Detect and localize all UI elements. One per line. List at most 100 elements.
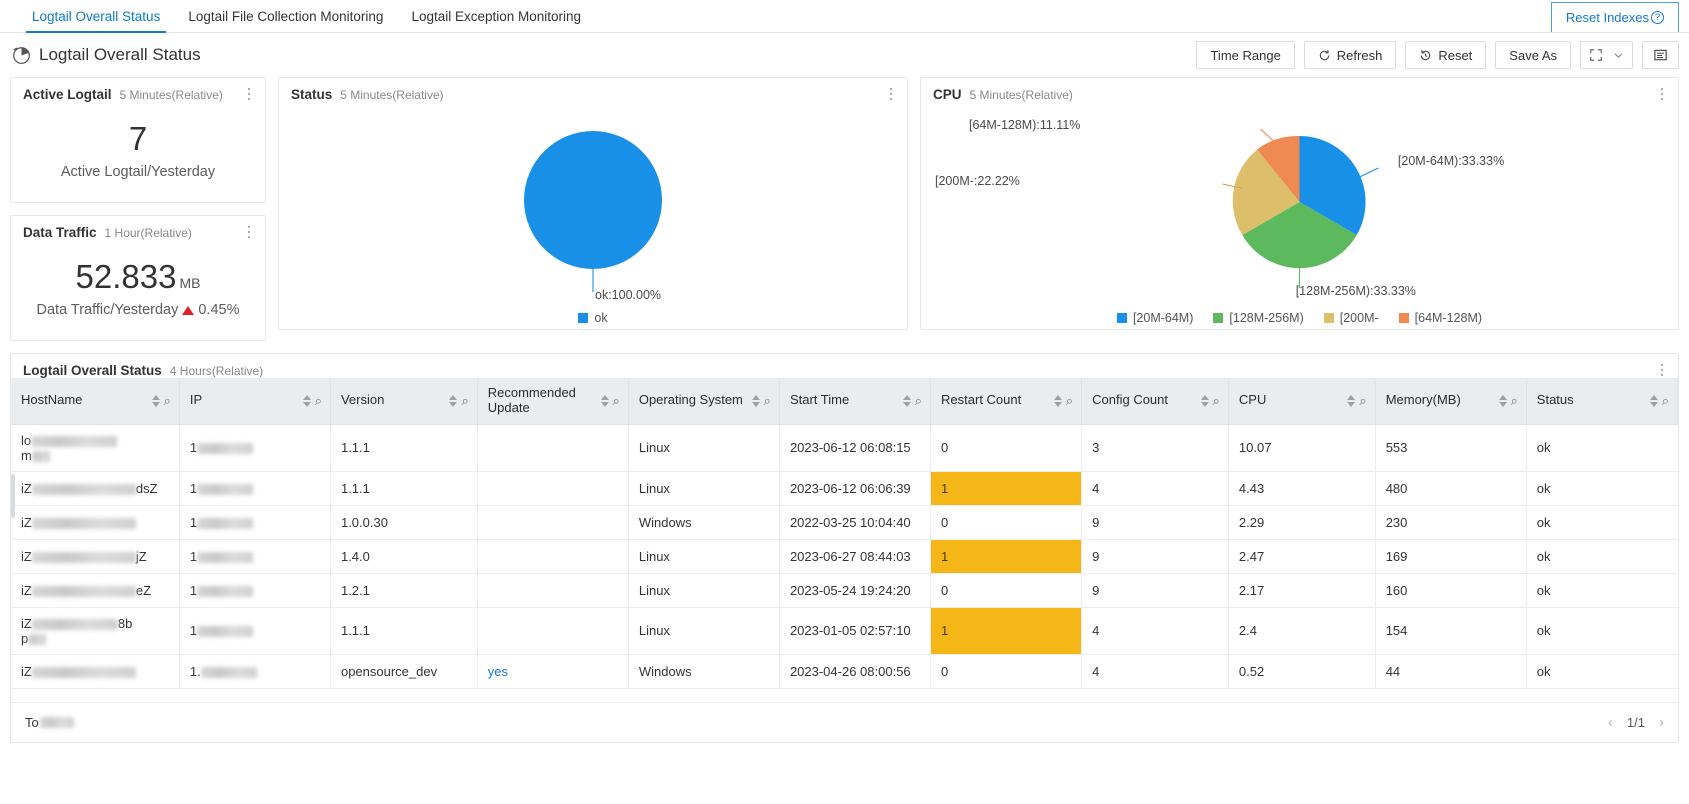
column-header-ip[interactable]: IP ⌕	[179, 378, 330, 424]
sort-icon[interactable]	[303, 395, 311, 407]
card-menu-button[interactable]	[1655, 362, 1669, 378]
cell-version: 1.1.1	[330, 607, 477, 654]
card-time-range: 5 Minutes(Relative)	[970, 88, 1073, 102]
redacted-text	[28, 634, 46, 645]
legend-item-ok[interactable]: ok	[578, 311, 607, 325]
legend-item-128m-256m[interactable]: [128M-256M)	[1213, 311, 1303, 325]
sort-icon[interactable]	[1347, 395, 1355, 407]
ip-text: 1	[190, 481, 197, 496]
hostname-line-2: p	[21, 631, 169, 646]
column-label: CPU	[1239, 393, 1344, 408]
table-row[interactable]: lom11.1.1Linux2023-06-12 06:08:150310.07…	[11, 424, 1678, 471]
sort-icon[interactable]	[1499, 395, 1507, 407]
table-row[interactable]: iZjZ11.4.0Linux2023-06-27 08:44:03192.47…	[11, 539, 1678, 573]
legend-item-64m-128m[interactable]: [64M-128M)	[1399, 311, 1482, 325]
sort-icon[interactable]	[1054, 395, 1062, 407]
sort-icon[interactable]	[752, 395, 760, 407]
column-header-hostname[interactable]: HostName ⌕	[11, 378, 179, 424]
reset-indexes-button[interactable]: Reset Indexes ?	[1551, 2, 1679, 32]
fullscreen-dropdown-button[interactable]	[1580, 41, 1633, 69]
card-menu-button[interactable]	[1655, 86, 1669, 102]
legend-label: [20M-64M)	[1133, 311, 1193, 325]
cell-cpu: 4.43	[1228, 471, 1375, 505]
save-as-button[interactable]: Save As	[1495, 41, 1571, 69]
cell-cpu: 10.07	[1228, 424, 1375, 471]
search-icon[interactable]: ⌕	[1359, 393, 1366, 409]
search-icon[interactable]: ⌕	[164, 393, 171, 409]
sort-icon[interactable]	[601, 395, 609, 407]
search-icon[interactable]: ⌕	[315, 393, 322, 409]
column-header-operating-system[interactable]: Operating System ⌕	[628, 378, 779, 424]
column-header-recommended-update[interactable]: Recommended Update ⌕	[477, 378, 628, 424]
data-traffic-delta: 0.45%	[198, 302, 239, 318]
cell-restart-count: 0	[931, 505, 1082, 539]
help-icon[interactable]: ?	[1651, 11, 1664, 24]
table-header-row: HostName ⌕ IP ⌕ Version ⌕	[11, 378, 1678, 424]
time-range-button[interactable]: Time Range	[1196, 41, 1294, 69]
pie-leader-line-20m-64m	[1360, 168, 1379, 177]
table-row[interactable]: iZdsZ11.1.1Linux2023-06-12 06:06:39144.4…	[11, 471, 1678, 505]
column-header-status[interactable]: Status ⌕	[1526, 378, 1677, 424]
card-menu-button[interactable]	[884, 86, 898, 102]
tab-logtail-exception-monitoring[interactable]: Logtail Exception Monitoring	[397, 0, 595, 32]
sort-icon[interactable]	[152, 395, 160, 407]
table-row[interactable]: iZ11.0.0.30Windows2022-03-25 10:04:40092…	[11, 505, 1678, 539]
tab-logtail-file-collection-monitoring[interactable]: Logtail File Collection Monitoring	[174, 0, 397, 32]
cell-restart-count: 1	[931, 539, 1082, 573]
card-title: CPU	[933, 87, 962, 102]
legend-item-20m-64m[interactable]: [20M-64M)	[1117, 311, 1193, 325]
card-menu-button[interactable]	[242, 86, 256, 102]
horizontal-scroll-handle[interactable]	[10, 474, 15, 518]
card-time-range: 1 Hour(Relative)	[105, 226, 192, 240]
table-row[interactable]: iZeZ11.2.1Linux2023-05-24 19:24:20092.17…	[11, 573, 1678, 607]
legend-swatch	[578, 313, 588, 323]
column-header-cpu[interactable]: CPU ⌕	[1228, 378, 1375, 424]
data-traffic-subtitle: Data Traffic/Yesterday 0.45%	[11, 302, 265, 318]
search-icon[interactable]: ⌕	[613, 393, 620, 409]
cell-start-time: 2023-06-12 06:06:39	[779, 471, 930, 505]
column-label: HostName	[21, 393, 148, 408]
cell-operating-system: Windows	[628, 654, 779, 688]
page-header: Logtail Overall Status Time Range Refres…	[0, 33, 1689, 77]
card-menu-button[interactable]	[242, 224, 256, 240]
column-header-config-count[interactable]: Config Count ⌕	[1082, 378, 1229, 424]
sort-icon[interactable]	[1201, 395, 1209, 407]
sort-icon[interactable]	[449, 395, 457, 407]
time-range-label: Time Range	[1210, 48, 1280, 63]
refresh-button[interactable]: Refresh	[1304, 41, 1397, 69]
search-icon[interactable]: ⌕	[1066, 393, 1073, 409]
search-icon[interactable]: ⌕	[1213, 393, 1220, 409]
table-row[interactable]: iZ8bp11.1.1Linux2023-01-05 02:57:10142.4…	[11, 607, 1678, 654]
column-header-start-time[interactable]: Start Time ⌕	[779, 378, 930, 424]
card-header: Status 5 Minutes(Relative)	[279, 78, 907, 102]
search-icon[interactable]: ⌕	[1511, 393, 1518, 409]
search-icon[interactable]: ⌕	[1662, 393, 1669, 409]
column-header-restart-count[interactable]: Restart Count ⌕	[931, 378, 1082, 424]
next-page-button[interactable]: ›	[1659, 715, 1664, 730]
cell-start-time: 2023-05-24 19:24:20	[779, 573, 930, 607]
comment-button[interactable]	[1642, 41, 1679, 69]
pie-slice-ok[interactable]	[524, 131, 662, 269]
search-icon[interactable]: ⌕	[461, 393, 468, 409]
redacted-text	[32, 451, 50, 462]
cell-memory: 553	[1375, 424, 1526, 471]
reset-button[interactable]: Reset	[1405, 41, 1486, 69]
legend-item-200m[interactable]: [200M-	[1324, 311, 1379, 325]
cell-operating-system: Linux	[628, 424, 779, 471]
cell-recommended-update	[477, 607, 628, 654]
tab-logtail-overall-status[interactable]: Logtail Overall Status	[18, 0, 174, 32]
cell-recommended-update	[477, 471, 628, 505]
recommended-update-link[interactable]: yes	[488, 664, 508, 679]
table-row[interactable]: iZ1.opensource_devyesWindows2023-04-26 0…	[11, 654, 1678, 688]
sort-icon[interactable]	[1650, 395, 1658, 407]
column-header-version[interactable]: Version ⌕	[330, 378, 477, 424]
prev-page-button[interactable]: ‹	[1608, 715, 1613, 730]
cell-status: ok	[1526, 471, 1677, 505]
active-logtail-value: 7	[11, 122, 265, 155]
data-traffic-value-row: 52.833MB	[11, 260, 265, 293]
search-icon[interactable]: ⌕	[764, 393, 771, 409]
pie-leader-line-64m-128m	[1261, 129, 1276, 143]
sort-icon[interactable]	[903, 395, 911, 407]
column-header-memory[interactable]: Memory(MB) ⌕	[1375, 378, 1526, 424]
search-icon[interactable]: ⌕	[915, 393, 922, 409]
